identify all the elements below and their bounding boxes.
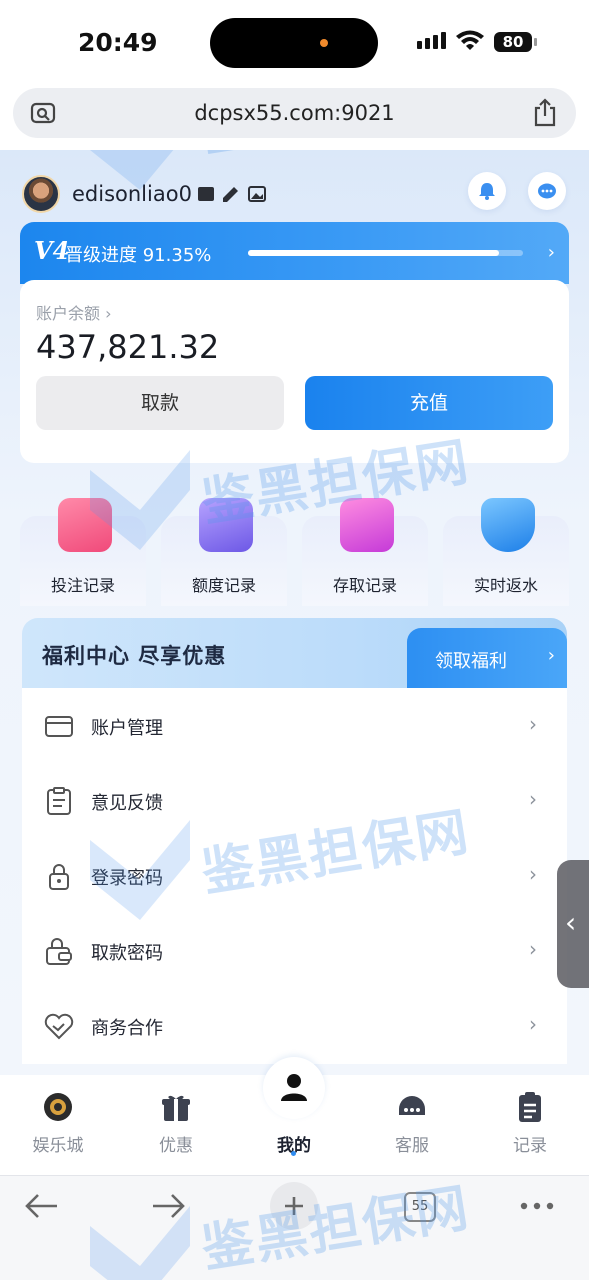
nav-item-mine[interactable]: 我的 — [244, 1074, 344, 1175]
menu-item-label: 账户管理 — [91, 718, 163, 739]
copy-icon[interactable] — [197, 187, 214, 201]
watermark-shield-icon — [90, 1206, 190, 1280]
menu-item-label: 意见反馈 — [91, 793, 163, 814]
support-button[interactable] — [528, 172, 566, 210]
chat-bubble-icon — [538, 183, 556, 199]
bottom-navigation: 娱乐城 优惠 我的 客服 记录 — [0, 1057, 589, 1175]
share-icon[interactable] — [532, 98, 558, 128]
quick-link-rebate[interactable]: 实时返水 — [443, 498, 569, 606]
user-icon — [281, 1074, 307, 1101]
wifi-icon — [456, 30, 484, 50]
nav-item-customer-service[interactable]: 客服 — [362, 1075, 462, 1175]
gift-icon — [162, 1095, 190, 1121]
vip-progress-bar[interactable]: V4 晋级进度 91.35% › — [20, 222, 569, 284]
headset-icon — [399, 1096, 425, 1115]
menu-item-account-management[interactable]: 账户管理 › — [22, 688, 567, 763]
browser-address-area: dcpsx55.com:9021 — [0, 82, 589, 150]
nav-item-casino[interactable]: 娱乐城 — [8, 1075, 108, 1175]
lock-icon — [49, 864, 69, 890]
chevron-right-icon: › — [529, 787, 537, 811]
wallet-lock-icon — [46, 938, 72, 965]
watermark-text: 鉴黑担保网 — [197, 1178, 474, 1280]
back-arrow-icon[interactable] — [24, 1192, 60, 1220]
handshake-heart-icon — [44, 1013, 74, 1040]
recording-indicator-icon — [320, 39, 328, 47]
quick-link-bet-record[interactable]: 投注记录 — [20, 498, 146, 606]
more-options-icon[interactable] — [520, 1202, 554, 1210]
nav-label: 客服 — [395, 1136, 429, 1156]
menu-item-login-password[interactable]: 登录密码 › — [22, 838, 567, 913]
chevron-left-icon: ‹ — [565, 906, 577, 939]
vip-progress-percent: 91.35% — [142, 245, 212, 266]
account-page: edisonliao0 V4 晋级进度 91.35% › 账户余额 › 437,… — [0, 150, 589, 1075]
nav-item-promotions[interactable]: 优惠 — [126, 1075, 226, 1175]
chevron-right-icon: › — [547, 242, 555, 263]
nav-label: 记录 — [513, 1136, 547, 1156]
vip-progress-fill — [248, 250, 500, 256]
quick-link-wallet-record[interactable]: 存取记录 — [302, 498, 428, 606]
url-text[interactable]: dcpsx55.com:9021 — [13, 101, 576, 125]
rebate-shield-icon — [481, 498, 535, 552]
balance-amount: 437,821.32 — [36, 328, 220, 366]
settings-menu: 账户管理 › 意见反馈 › 登录密码 › 取款密码 › 商务合作 › — [22, 688, 567, 1064]
clipboard-list-icon — [519, 1092, 541, 1122]
dynamic-island — [210, 18, 378, 68]
chevron-right-icon: › — [529, 862, 537, 886]
quick-link-label: 额度记录 — [191, 576, 256, 595]
clipboard-icon — [47, 787, 71, 815]
menu-item-feedback[interactable]: 意见反馈 › — [22, 763, 567, 838]
chevron-right-icon: › — [529, 712, 537, 736]
quick-link-label: 实时返水 — [473, 576, 538, 595]
status-bar: 20:49 80 — [0, 0, 589, 82]
claim-welfare-button[interactable]: 领取福利 › — [407, 628, 567, 688]
bell-icon — [479, 183, 495, 200]
battery-icon: 80 — [494, 32, 537, 52]
address-bar[interactable]: dcpsx55.com:9021 — [13, 88, 576, 138]
vip-progress-label: 晋级进度 — [65, 245, 137, 266]
deposit-button[interactable]: 充值 — [305, 376, 553, 430]
quick-link-label: 投注记录 — [50, 576, 115, 595]
wallet-record-icon — [340, 498, 394, 552]
menu-item-business-cooperation[interactable]: 商务合作 › — [22, 988, 567, 1063]
card-icon — [45, 716, 73, 737]
vip-progress-text: 晋级进度 91.35% — [65, 241, 211, 267]
notification-button[interactable] — [468, 172, 506, 210]
bet-record-icon — [58, 498, 112, 552]
quick-link-label: 存取记录 — [332, 576, 397, 595]
claim-welfare-label: 领取福利 — [435, 651, 507, 672]
balance-label[interactable]: 账户余额 › — [36, 300, 112, 324]
vip-progress-track — [248, 250, 523, 256]
welfare-title: 福利中心 尽享优惠 — [42, 644, 227, 668]
nav-label: 娱乐城 — [32, 1136, 84, 1156]
menu-item-label: 取款密码 — [91, 943, 163, 964]
menu-item-label: 登录密码 — [91, 868, 163, 889]
quick-link-quota-record[interactable]: 额度记录 — [161, 498, 287, 606]
nav-item-records[interactable]: 记录 — [480, 1075, 580, 1175]
active-indicator-dot — [291, 1151, 296, 1156]
welfare-banner: 福利中心 尽享优惠 领取福利 › — [22, 618, 567, 688]
image-icon[interactable] — [247, 186, 266, 202]
username: edisonliao0 — [72, 182, 192, 206]
avatar[interactable] — [22, 175, 60, 213]
chevron-right-icon: › — [529, 1012, 537, 1036]
browser-toolbar: 55 鉴黑担保网 — [0, 1175, 589, 1280]
side-drawer-handle[interactable]: ‹ — [557, 860, 589, 988]
chevron-right-icon: › — [529, 937, 537, 961]
balance-card: 账户余额 › 437,821.32 取款 充值 — [20, 280, 569, 463]
withdraw-button[interactable]: 取款 — [36, 376, 284, 430]
watermark-text: 鉴黑担保网 — [196, 150, 474, 166]
chevron-right-icon: › — [547, 645, 555, 666]
edit-pencil-icon[interactable] — [220, 185, 242, 203]
status-time: 20:49 — [78, 28, 158, 57]
menu-item-withdraw-password[interactable]: 取款密码 › — [22, 913, 567, 988]
nav-label: 优惠 — [159, 1136, 193, 1156]
casino-chip-icon — [44, 1093, 72, 1121]
quota-record-icon — [199, 498, 253, 552]
profile-row: edisonliao0 — [22, 174, 266, 214]
cellular-signal-icon — [417, 32, 446, 49]
menu-item-label: 商务合作 — [91, 1018, 163, 1039]
